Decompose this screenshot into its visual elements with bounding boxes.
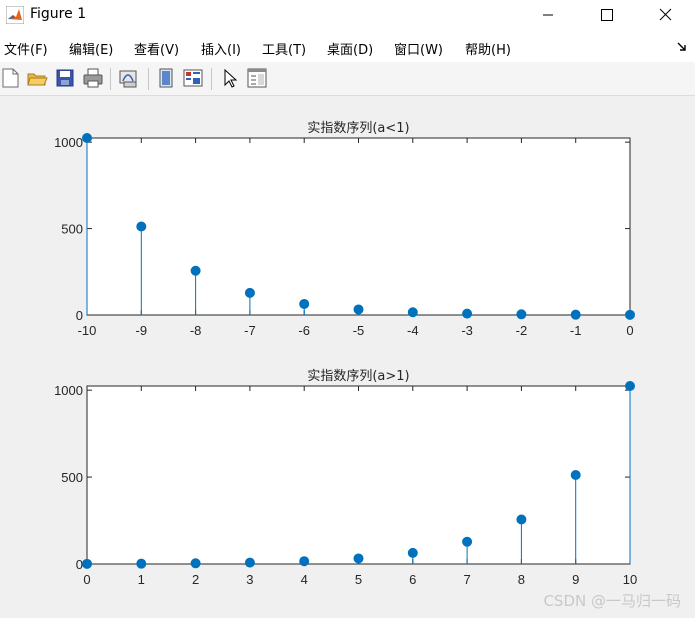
x-tick-label: 5 [355,572,362,587]
new-figure-icon [2,68,19,88]
open-file-icon [27,73,48,86]
dock-arrow-icon[interactable] [675,40,689,54]
hide-plot-tools-button[interactable] [155,67,177,89]
toolbar [0,62,695,96]
stem-marker [136,221,147,232]
stem-marker [625,309,635,320]
stem-marker [462,308,473,319]
show-plot-tools-button[interactable] [182,67,204,89]
x-tick-label: -10 [78,323,97,338]
axes-box [86,137,631,316]
x-tick-label: -5 [353,323,365,338]
menu-desktop[interactable]: 桌面(D) [327,39,373,58]
matlab-icon [6,6,24,24]
maximize-icon [601,9,613,21]
x-tick-label: 6 [409,572,416,587]
stem-marker [625,381,635,391]
minimize-button[interactable] [525,0,571,30]
toolbar-separator [211,68,212,90]
toolbar-separator [110,68,111,90]
x-tick-label: 7 [463,572,470,587]
link-plot-button[interactable] [118,67,140,89]
x-tick-label: 0 [626,323,633,338]
window-title: Figure 1 [30,6,87,22]
menu-file[interactable]: 文件(F) [4,39,48,58]
save-button[interactable] [54,67,76,89]
x-tick-label: -7 [244,323,256,338]
y-tick-label: 0 [76,308,83,323]
axes-title: 实指数序列(a>1) [307,369,409,384]
menu-edit[interactable]: 编辑(E) [69,39,113,58]
stem-marker [299,556,310,567]
stem-marker [190,265,201,276]
stem-marker [82,558,92,569]
stem-marker [190,558,201,569]
x-tick-label: 8 [518,572,525,587]
close-icon [659,8,672,21]
toolbar-separator [148,68,149,90]
open-file-button[interactable] [26,67,48,89]
window-title-bar: Figure 1 [0,0,695,32]
stem-marker [244,557,255,568]
new-figure-button[interactable] [0,67,22,89]
hide-plot-tools-icon [159,68,173,88]
show-plot-tools-icon [183,69,203,87]
link-plot-icon [119,70,137,88]
open-property-inspector-icon [247,68,267,88]
stem-marker [516,514,527,525]
minimize-icon [543,14,553,16]
y-tick-label: 500 [61,222,83,237]
y-tick-label: 0 [76,557,83,572]
x-tick-label: 9 [572,572,579,587]
stem-marker [516,309,527,320]
stem-marker [353,553,364,564]
stem-marker [136,558,147,569]
stem-marker [407,307,418,318]
print-icon [83,68,103,88]
stem-marker [353,304,364,315]
x-tick-label: 10 [623,572,637,587]
x-tick-label: -8 [190,323,202,338]
x-tick-label: 1 [138,572,145,587]
axes-title: 实指数序列(a<1) [307,121,409,136]
y-tick-label: 1000 [54,383,83,398]
stem-marker [299,298,310,309]
menu-view[interactable]: 查看(V) [134,39,179,58]
menu-tools[interactable]: 工具(T) [262,39,306,58]
stem-marker [570,470,581,480]
save-icon [56,69,74,87]
x-tick-label: -9 [136,323,148,338]
x-tick-label: -6 [298,323,310,338]
stem-marker [82,133,92,143]
x-tick-label: -3 [461,323,473,338]
maximize-button[interactable] [583,0,629,30]
x-tick-label: -2 [516,323,528,338]
x-tick-label: 3 [246,572,253,587]
menu-help[interactable]: 帮助(H) [465,39,511,58]
menu-window[interactable]: 窗口(W) [394,39,443,58]
stem-marker [462,536,473,547]
menu-insert[interactable]: 插入(I) [201,39,241,58]
stem-marker [570,309,581,320]
watermark: CSDN @一马归一码 [543,592,681,610]
edit-plot-icon [224,68,238,88]
x-tick-label: -4 [407,323,419,338]
stem-marker [407,547,418,558]
y-tick-label: 500 [61,470,83,485]
open-property-inspector-button[interactable] [246,67,268,89]
y-tick-label: 1000 [54,135,83,150]
x-tick-label: 0 [83,572,90,587]
stem-marker [244,287,255,298]
axes-box [86,385,631,565]
print-button[interactable] [82,67,104,89]
x-tick-label: 4 [301,572,308,587]
figure-canvas[interactable]: 实指数序列(a<1)-10 -9 -8 -7 -6 -5 -4 -3 -2 -1 005001000… [0,96,695,618]
close-button[interactable] [641,0,687,30]
menu-bar: 文件(F) 编辑(E) 查看(V) 插入(I) 工具(T) 桌面(D) 窗口(W… [0,32,695,62]
x-tick-label: 2 [192,572,199,587]
x-tick-label: -1 [570,323,582,338]
edit-plot-button[interactable] [219,67,241,89]
